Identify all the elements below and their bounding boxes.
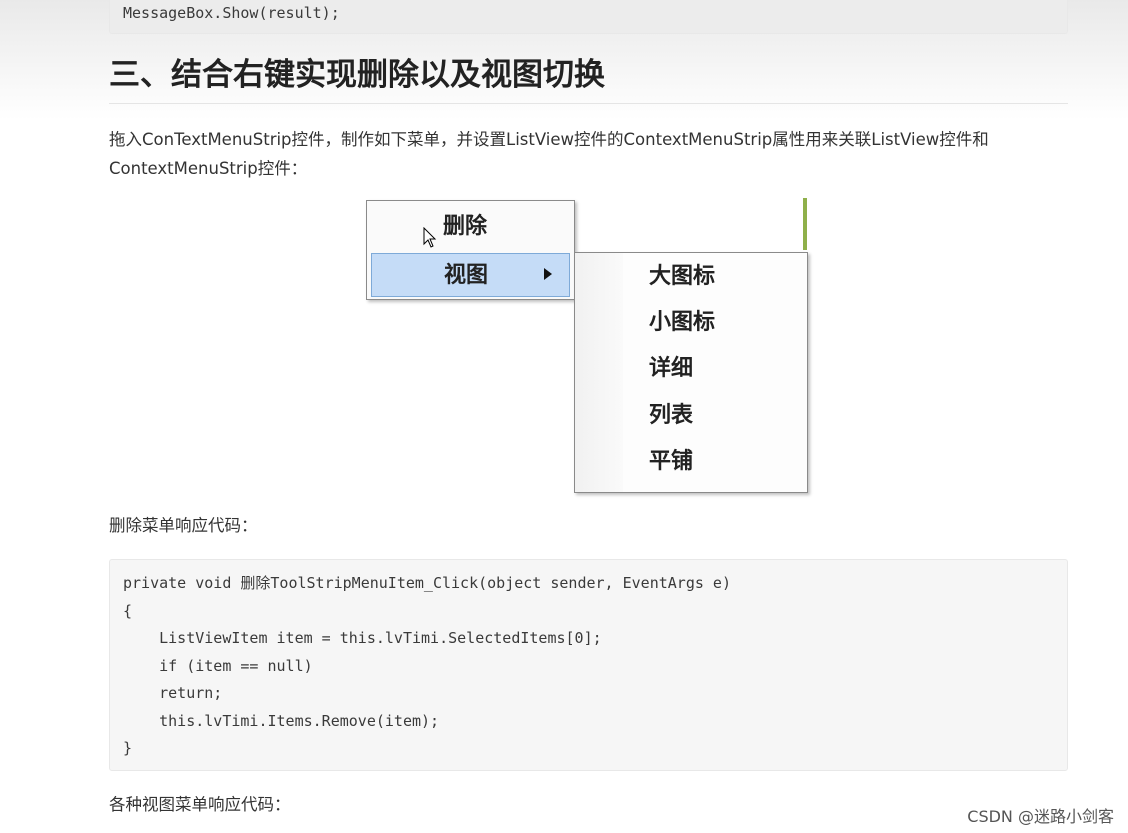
listview-edge <box>803 198 807 250</box>
view-submenu: 大图标 小图标 详细 列表 平铺 <box>574 252 808 493</box>
code-block-top: MessageBox.Show(result); <box>109 0 1068 34</box>
code-line: } <box>123 739 133 757</box>
delete-caption: 删除菜单响应代码： <box>109 516 258 535</box>
view-caption: 各种视图菜单响应代码： <box>109 795 291 814</box>
code-line: private void 删除ToolStripMenuItem_Click(o… <box>123 574 731 592</box>
code-line: ListViewItem item = this.lvTimi.Selected… <box>123 629 602 647</box>
code-line: return; <box>123 684 223 702</box>
submenu-item-tile[interactable]: 平铺 <box>649 442 693 482</box>
submenu-item-list[interactable]: 列表 <box>649 396 693 436</box>
context-menu: 删除 视图 <box>366 200 575 300</box>
watermark: CSDN @迷路小剑客 <box>967 807 1114 826</box>
code-block-delete-handler: private void 删除ToolStripMenuItem_Click(o… <box>109 559 1068 771</box>
submenu-item-small-icon[interactable]: 小图标 <box>649 303 715 343</box>
menu-item-view[interactable]: 视图 <box>371 253 570 297</box>
code-line: MessageBox.Show(result); <box>123 4 340 22</box>
submenu-gutter <box>575 253 623 492</box>
menu-item-delete[interactable]: 删除 <box>371 205 570 249</box>
submenu-item-details[interactable]: 详细 <box>649 349 693 389</box>
mouse-cursor-icon <box>423 227 437 248</box>
code-line: if (item == null) <box>123 656 313 675</box>
code-line: this.lvTimi.Items.Remove(item); <box>123 711 440 730</box>
submenu-item-large-icon[interactable]: 大图标 <box>649 257 715 297</box>
section-heading: 三、结合右键实现删除以及视图切换 <box>109 52 1068 104</box>
submenu-arrow-icon <box>544 268 552 280</box>
menu-item-view-label: 视图 <box>444 263 489 288</box>
intro-paragraph: 拖入ConTextMenuStrip控件，制作如下菜单，并设置ListView控… <box>109 130 989 178</box>
context-menu-figure: 删除 视图 大图标 小图标 详细 列表 平铺 <box>366 196 811 496</box>
code-line: { <box>123 601 133 620</box>
